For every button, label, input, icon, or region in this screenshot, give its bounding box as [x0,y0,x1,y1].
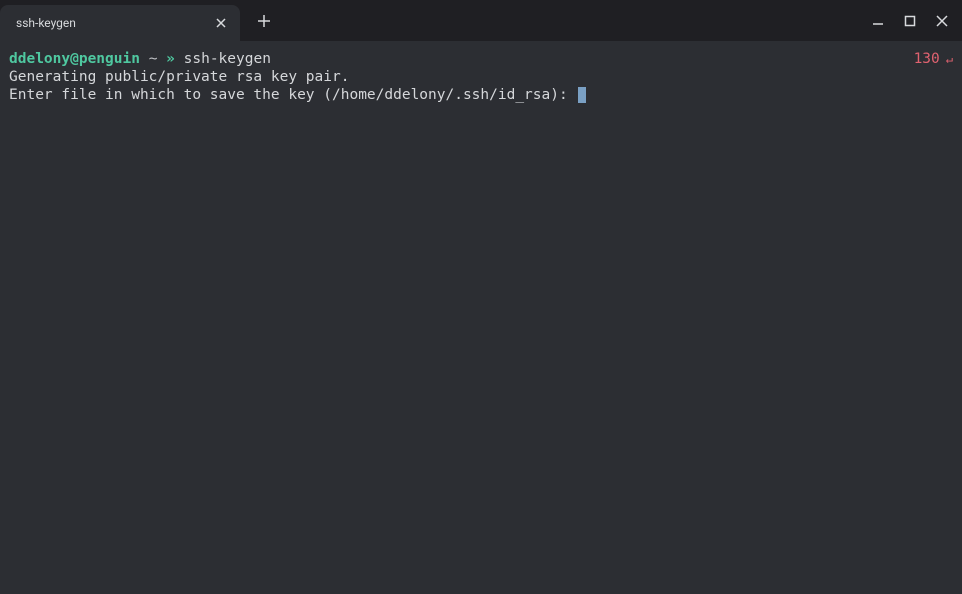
tab-title: ssh-keygen [16,16,76,30]
prompt-line: ddelony@penguin ~ » ssh-keygen 130 ↵ [9,50,953,68]
command-text: ssh-keygen [184,51,271,67]
new-tab-button[interactable] [250,7,278,35]
output-line-2: Enter file in which to save the key (/ho… [9,86,953,104]
minimize-button[interactable] [862,5,894,37]
output-line-1: Generating public/private rsa key pair. [9,68,953,86]
cursor [578,87,586,103]
status-code: 130 [914,50,940,68]
titlebar: ssh-keygen [0,0,962,41]
tab-active[interactable]: ssh-keygen [0,5,240,41]
close-window-button[interactable] [926,5,958,37]
prompt-user-host: ddelony@penguin [9,51,140,67]
prompt-input-text: Enter file in which to save the key (/ho… [9,87,576,103]
status-indicator: 130 ↵ [914,50,953,68]
terminal-content[interactable]: ddelony@penguin ~ » ssh-keygen 130 ↵ Gen… [0,41,962,113]
return-icon: ↵ [946,50,953,68]
close-tab-icon[interactable] [212,14,230,32]
maximize-button[interactable] [894,5,926,37]
prompt-cwd: ~ [149,51,158,67]
prompt-symbol: » [166,51,175,67]
window-controls [862,5,962,37]
tabs-area: ssh-keygen [0,0,278,41]
